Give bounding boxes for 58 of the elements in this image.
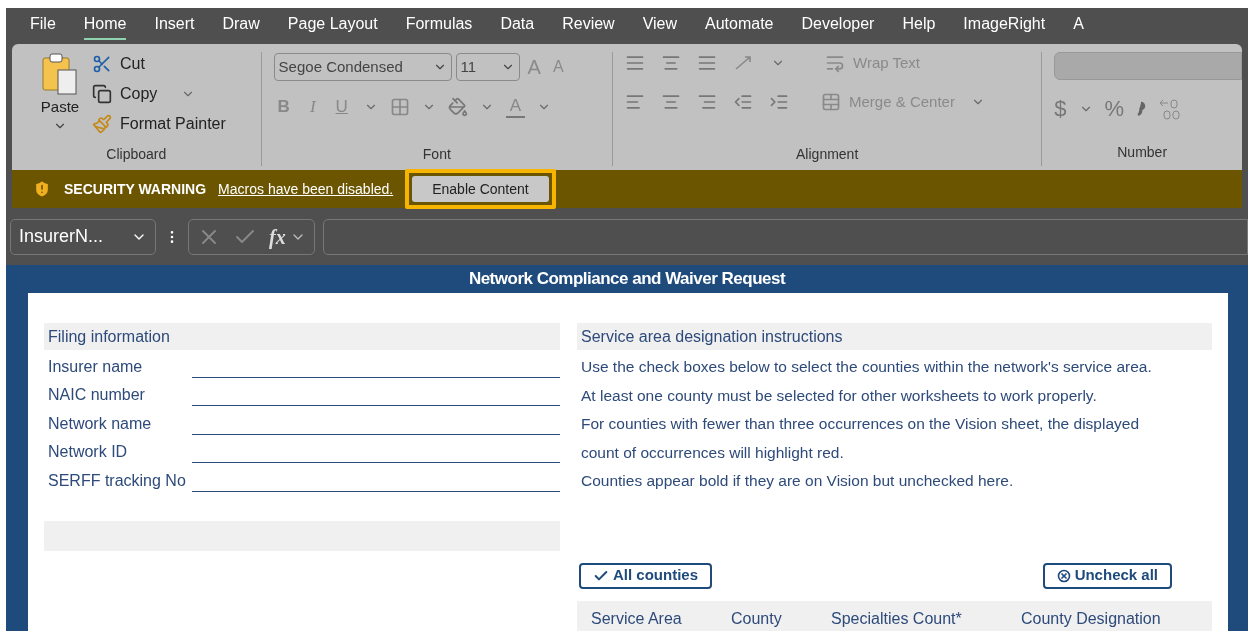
section-heading: Service area designation instructions	[581, 326, 843, 347]
formula-input-field[interactable]	[322, 218, 1248, 255]
security-warning-title: SECURITY WARNING	[64, 179, 207, 199]
menu-tab[interactable]: File	[30, 12, 56, 40]
copy-button[interactable]: Copy	[92, 82, 158, 106]
field-label: SERFF tracking No	[47, 470, 187, 491]
wrap-text-icon	[825, 53, 846, 74]
name-box[interactable]: InsurerN...	[10, 218, 156, 255]
section-heading: Filing information	[48, 326, 170, 347]
field-label: Insurer name	[47, 356, 144, 377]
copy-icon	[92, 84, 112, 104]
instruction-text: Use the check boxes below to select the counties within the network's service area.	[580, 357, 1153, 378]
sheet-title: Network Compliance and Waiver Request	[468, 268, 786, 291]
instruction-text: For counties with fewer than three occurrences on the Vision sheet, the displayed	[580, 414, 1141, 435]
borders-icon[interactable]	[389, 96, 410, 117]
instruction-text: count of occurrences will highlight red.	[580, 442, 845, 463]
merge-cells-icon	[821, 91, 842, 112]
column-header: Service Area	[591, 608, 683, 629]
menu-tab[interactable]: Formulas	[405, 12, 473, 40]
menu-tab[interactable]: Page Layout	[287, 12, 378, 40]
field-label: Network ID	[47, 442, 129, 462]
group-label: Font	[422, 144, 451, 164]
uncheck-all-button[interactable]: Uncheck all	[1042, 562, 1172, 589]
insert-function-button[interactable]: fx	[269, 221, 286, 252]
menu-tab[interactable]: Draw	[222, 12, 260, 40]
paste-button[interactable]: Paste	[24, 52, 80, 136]
menu-tab[interactable]: Help	[902, 12, 936, 40]
menu-tab[interactable]: A	[1073, 12, 1084, 40]
instruction-text: Counties appear bold if they are on Vision but unchecked here.	[580, 471, 1015, 492]
menu-tab[interactable]: ImageRight	[963, 12, 1046, 40]
field-label: Network name	[47, 413, 153, 434]
format-painter-button[interactable]: Format Painter	[92, 112, 226, 136]
menu-tab[interactable]: Insert	[154, 12, 195, 40]
menu-tab[interactable]: Review	[562, 12, 615, 40]
group-label: Clipboard	[106, 144, 167, 164]
menu-tab[interactable]: View	[642, 12, 678, 40]
column-header: Specialties Count*	[831, 608, 963, 629]
group-label: Alignment	[796, 144, 859, 164]
field-label: NAIC number	[47, 385, 146, 405]
fill-color-icon[interactable]	[447, 96, 468, 117]
select-all-button[interactable]: All counties	[579, 562, 712, 589]
scissors-icon	[92, 54, 112, 74]
enable-content-button[interactable]: Enable Content	[412, 176, 549, 202]
clipboard-icon	[40, 52, 80, 96]
menu-tab[interactable]: Data	[500, 12, 535, 40]
increase-decimal-icon[interactable]	[1158, 97, 1183, 120]
menu-tab[interactable]: Automate	[705, 12, 774, 40]
paintbrush-icon	[92, 114, 112, 134]
cut-button[interactable]: Cut	[92, 52, 226, 76]
column-header: County	[731, 608, 783, 629]
column-header: County Designation	[1021, 608, 1162, 629]
group-label: Number	[1117, 143, 1168, 162]
instruction-text: At least one county must be selected for other worksheets to work properly.	[580, 385, 1098, 406]
circled-x-icon	[1056, 568, 1071, 583]
menu-tab[interactable]: Developer	[801, 12, 875, 40]
font-name-dropdown[interactable]: Segoe Condensed	[273, 53, 452, 81]
menu-tab[interactable]: Home	[83, 12, 127, 40]
font-size-dropdown[interactable]: 11	[455, 53, 520, 81]
